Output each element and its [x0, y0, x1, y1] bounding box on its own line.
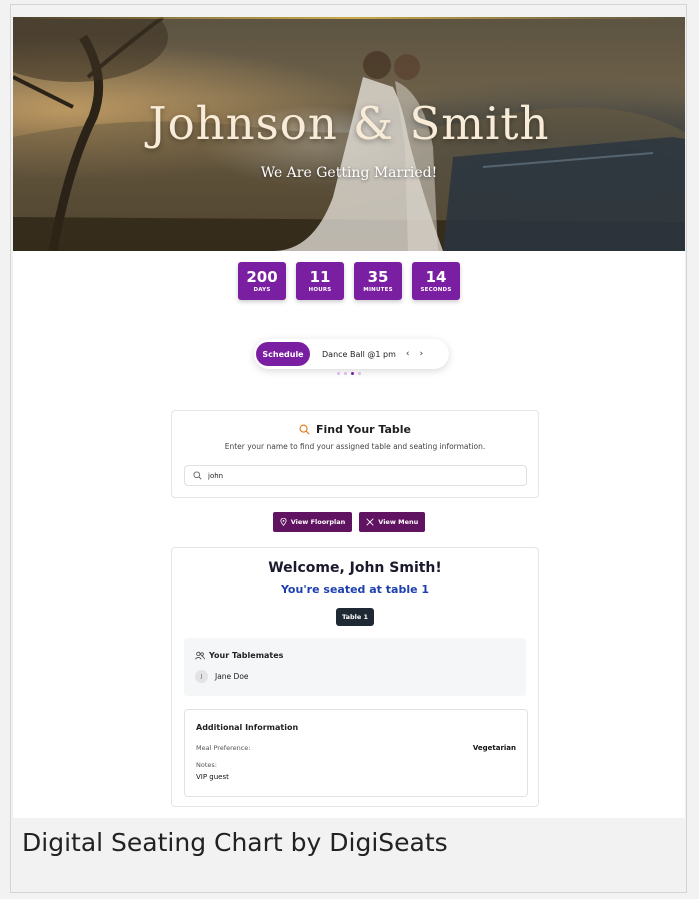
- action-buttons: View Floorplan View Menu: [13, 512, 685, 532]
- hero-subtitle: We Are Getting Married!: [260, 165, 438, 181]
- wedding-page: Johnson & Smith We Are Getting Married! …: [13, 17, 685, 818]
- tablemates-title: Your Tablemates: [209, 651, 284, 660]
- notes-value: VIP guest: [196, 773, 229, 781]
- countdown-timer: 200 DAYS 11 HOURS 35 MINUTES 14 SECONDS: [13, 262, 685, 300]
- carousel-dot[interactable]: [337, 372, 340, 375]
- notes-label: Notes:: [196, 761, 217, 769]
- countdown-value: 200: [246, 268, 278, 286]
- tablemate-name: Jane Doe: [215, 672, 249, 681]
- search-icon: [193, 471, 202, 480]
- chevron-left-icon[interactable]: ‹: [406, 349, 410, 359]
- tablemates-panel: Your Tablemates J Jane Doe: [184, 638, 526, 696]
- search-input[interactable]: [206, 470, 510, 481]
- countdown-label: DAYS: [253, 287, 271, 293]
- seating-result-card: Welcome, John Smith! You're seated at ta…: [171, 547, 539, 807]
- countdown-minutes: 35 MINUTES: [354, 262, 402, 300]
- find-table-title: Find Your Table: [315, 423, 412, 436]
- meal-preference-label: Meal Preference:: [196, 744, 251, 752]
- schedule-button[interactable]: Schedule: [256, 342, 310, 366]
- countdown-value: 11: [309, 268, 331, 286]
- find-table-card: Find Your Table Enter your name to find …: [171, 410, 539, 498]
- view-floorplan-button[interactable]: View Floorplan: [272, 512, 353, 532]
- countdown-hours: 11 HOURS: [296, 262, 344, 300]
- table-badge[interactable]: Table 1: [336, 608, 374, 626]
- countdown-label: MINUTES: [363, 287, 393, 293]
- carousel-dots: [13, 372, 685, 375]
- map-pin-icon: [280, 518, 287, 526]
- meal-preference-value: Vegetarian: [472, 744, 516, 752]
- countdown-label: HOURS: [308, 287, 332, 293]
- welcome-heading: Welcome, John Smith!: [268, 560, 442, 576]
- additional-info-title: Additional Information: [196, 723, 299, 732]
- additional-info-panel: Additional Information Meal Preference: …: [184, 709, 528, 797]
- seat-assignment: You're seated at table 1: [280, 583, 430, 596]
- countdown-value: 35: [367, 268, 389, 286]
- page-caption: Digital Seating Chart by DigiSeats: [22, 828, 448, 857]
- tablemates-header: Your Tablemates: [195, 651, 283, 660]
- find-table-header: Find Your Table: [172, 423, 538, 436]
- users-icon: [195, 651, 205, 660]
- couple-names: Johnson & Smith: [148, 97, 550, 150]
- countdown-seconds: 14 SECONDS: [412, 262, 460, 300]
- carousel-dot[interactable]: [358, 372, 361, 375]
- countdown-days: 200 DAYS: [238, 262, 286, 300]
- view-menu-label: View Menu: [378, 518, 419, 526]
- carousel-dot-active[interactable]: [351, 372, 354, 375]
- view-floorplan-label: View Floorplan: [290, 518, 346, 526]
- schedule-carousel: Schedule Dance Ball @1 pm ‹ ›: [254, 339, 449, 369]
- chevron-right-icon[interactable]: ›: [420, 349, 424, 359]
- schedule-event-text: Dance Ball @1 pm: [322, 349, 396, 359]
- search-field[interactable]: [184, 465, 527, 486]
- find-table-description: Enter your name to find your assigned ta…: [224, 442, 486, 451]
- avatar: J: [195, 670, 208, 683]
- search-icon: [299, 424, 310, 435]
- tablemate-item: J Jane Doe: [195, 670, 249, 683]
- countdown-label: SECONDS: [420, 287, 452, 293]
- utensils-icon: [366, 518, 374, 526]
- carousel-dot[interactable]: [344, 372, 347, 375]
- view-menu-button[interactable]: View Menu: [359, 512, 426, 532]
- countdown-value: 14: [425, 268, 447, 286]
- hero-banner: Johnson & Smith We Are Getting Married!: [13, 17, 685, 251]
- hero-accent-line: [13, 17, 685, 19]
